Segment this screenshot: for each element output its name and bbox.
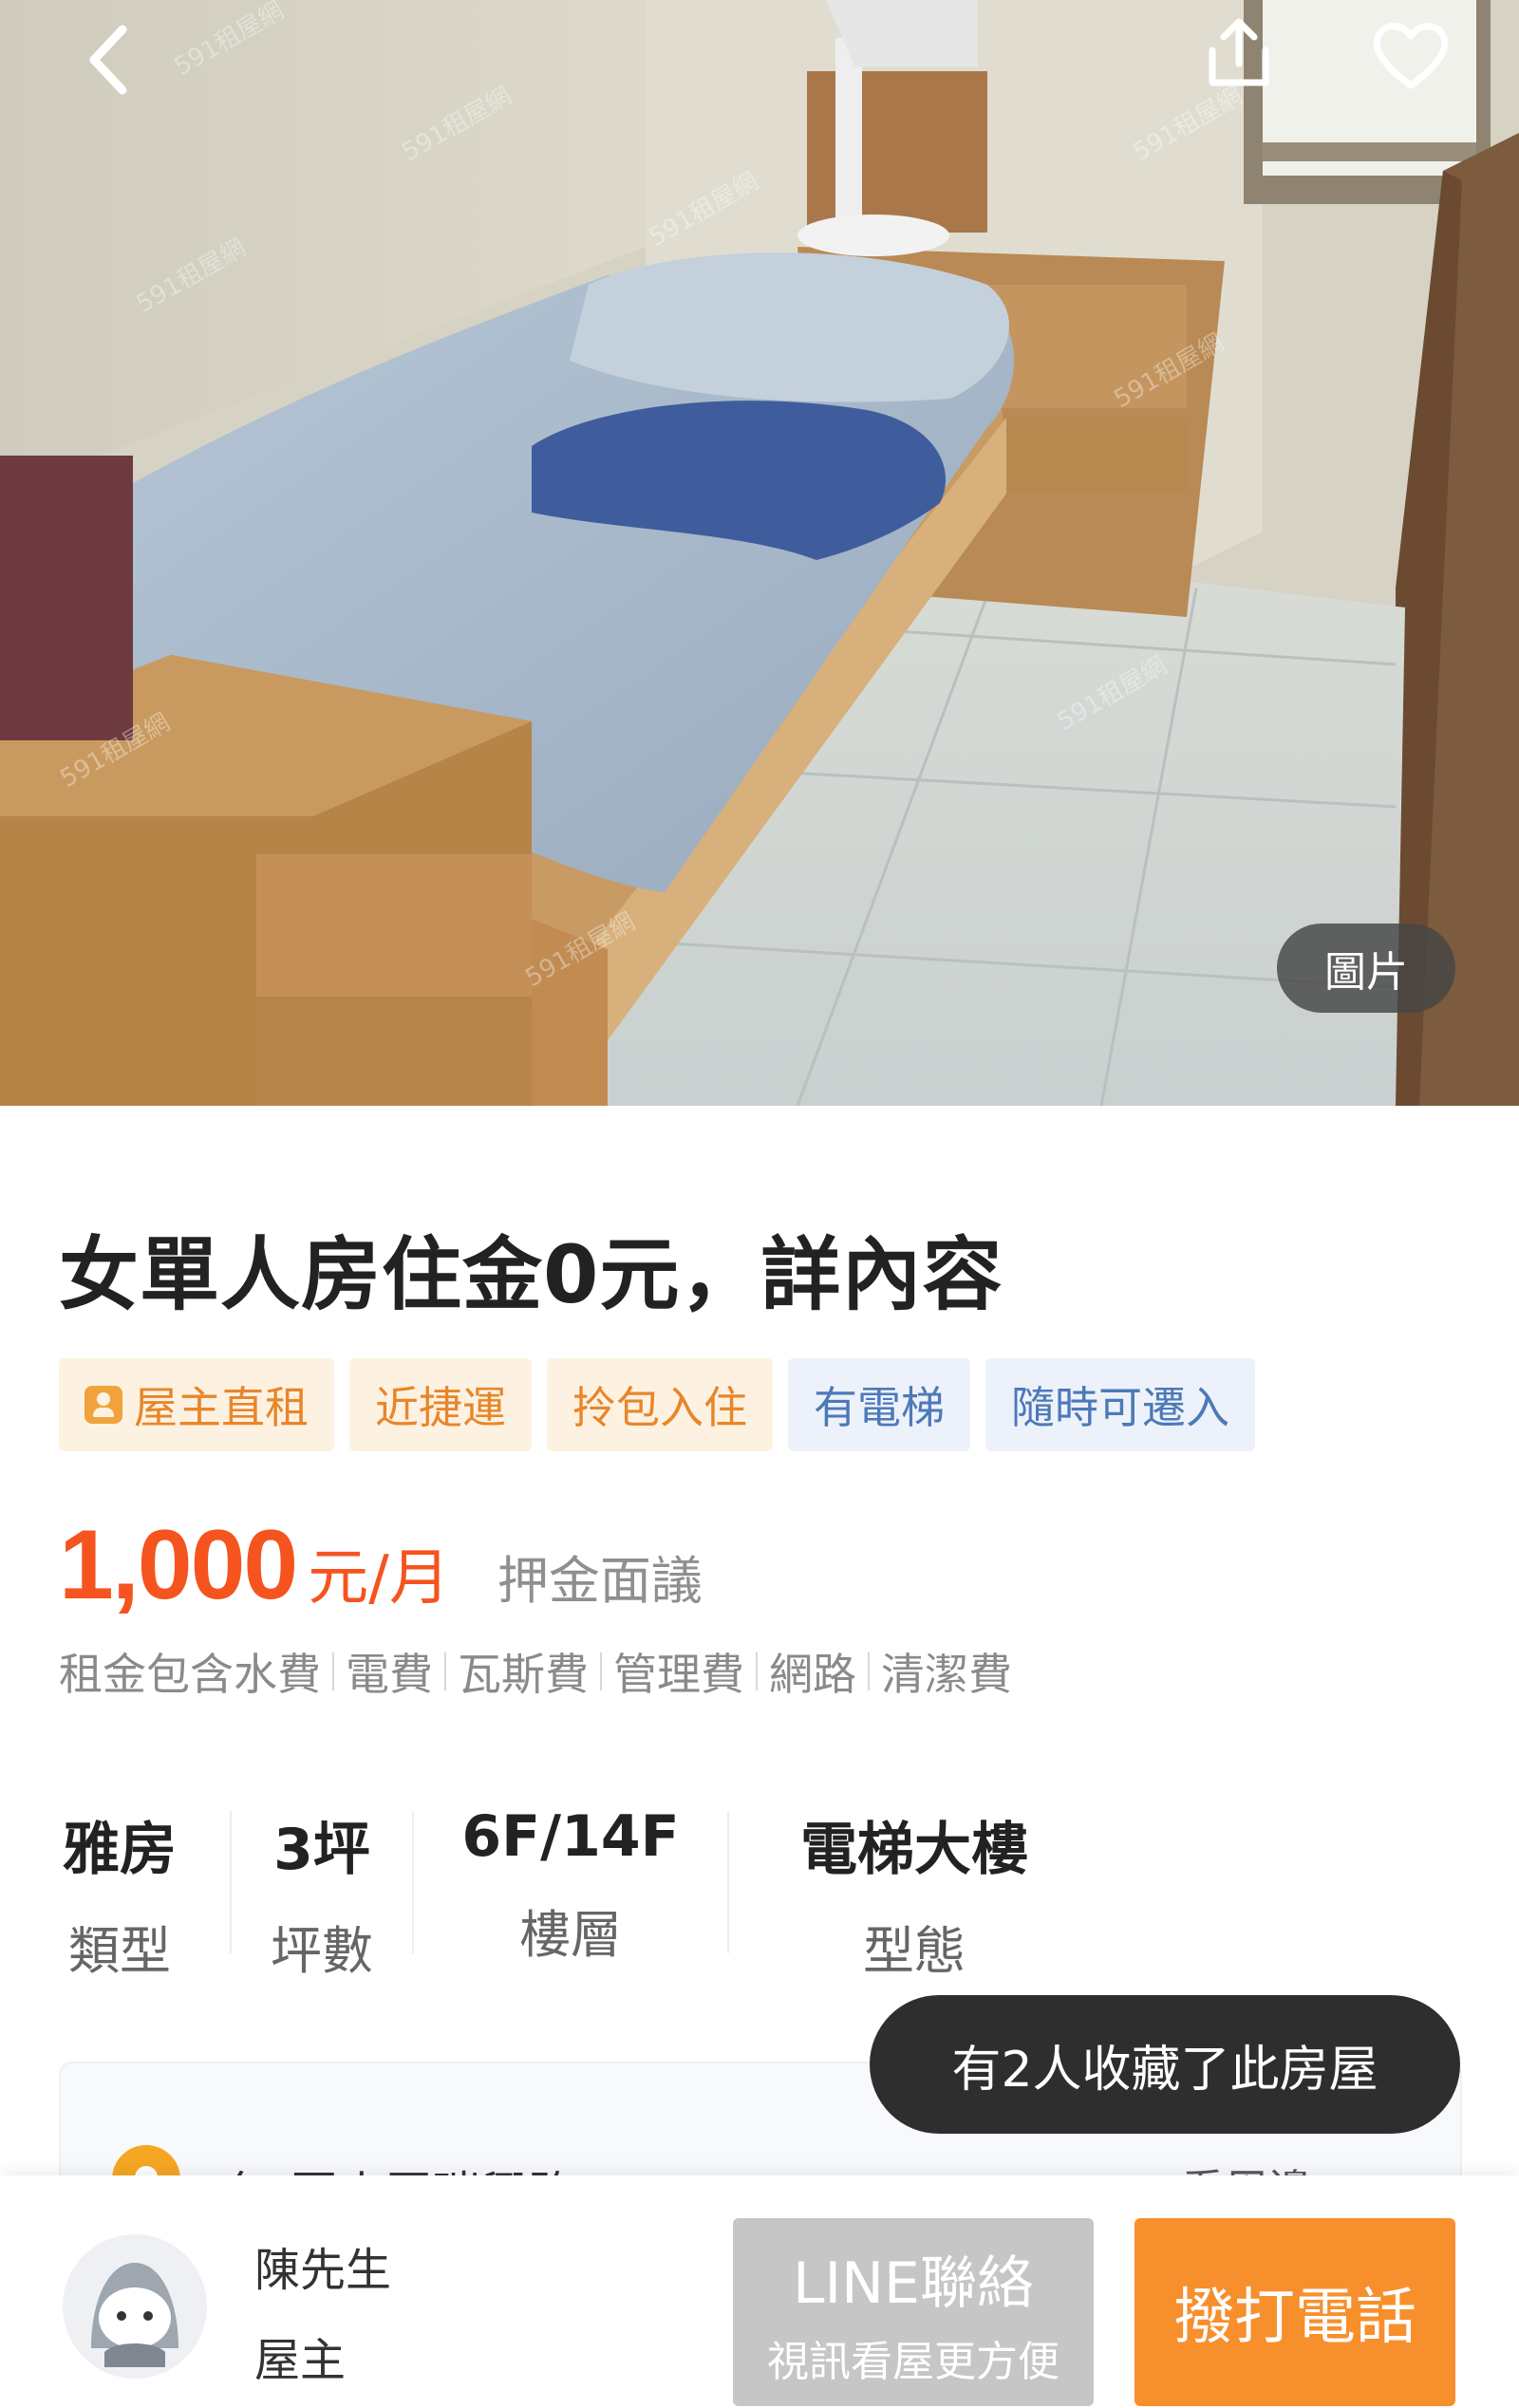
tag-move-in-ready: 拎包入住: [547, 1358, 773, 1451]
spec-row: 雅房 類型 3坪 坪數 6F/14F 樓層 電梯大樓 型態: [59, 1803, 1099, 1984]
tag-near-mrt: 近捷運: [349, 1358, 532, 1451]
share-button[interactable]: [1196, 9, 1282, 95]
feature-tags: 屋主直租 近捷運 拎包入住 有電梯 隨時可遷入: [59, 1358, 1255, 1451]
spec-type: 雅房 類型: [59, 1803, 180, 1984]
includes-item: 瓦斯費: [458, 1649, 589, 1700]
spec-building-type: 電梯大樓 型態: [729, 1803, 1099, 1984]
includes-item: 網路: [769, 1649, 856, 1700]
avatar: [63, 2234, 207, 2379]
owner-role: 屋主: [254, 2334, 347, 2387]
divider: [444, 1652, 446, 1690]
includes-item: 管理費: [613, 1649, 744, 1700]
listing-photo[interactable]: 591租屋網 591租屋網 591租屋網 591租屋網 591租屋網 591租屋…: [0, 0, 1519, 1106]
owner-icon: [84, 1386, 122, 1424]
spec-label: 坪數: [271, 1921, 373, 1981]
price-unit: 元/月: [308, 1543, 450, 1614]
heart-outline-icon: [1373, 23, 1449, 89]
includes-prefix: 租金包含: [59, 1649, 234, 1700]
spec-size: 3坪 坪數: [232, 1803, 412, 1984]
price-amount: 1,000: [59, 1510, 298, 1620]
tag-label: 有電梯: [814, 1382, 945, 1433]
includes-item: 清潔費: [881, 1649, 1012, 1700]
owner-name: 陳先生: [254, 2244, 392, 2297]
spec-value: 6F/14F: [461, 1803, 680, 1870]
share-icon: [1209, 18, 1269, 86]
photo-album-button[interactable]: 圖片: [1277, 924, 1455, 1013]
spec-floor: 6F/14F 樓層: [414, 1803, 727, 1984]
listing-title: 女單人房住金0元，詳內容: [59, 1228, 1003, 1321]
spec-label: 樓層: [519, 1905, 622, 1965]
back-button[interactable]: [66, 17, 152, 103]
divider: [600, 1652, 602, 1690]
line-contact-button[interactable]: LINE聯絡 視訊看屋更方便: [733, 2218, 1094, 2406]
tag-label: 近捷運: [375, 1382, 506, 1433]
divider: [332, 1652, 334, 1690]
tag-elevator: 有電梯: [788, 1358, 970, 1451]
spec-label: 型態: [863, 1921, 966, 1981]
includes-item: 水費: [234, 1649, 321, 1700]
favorite-button[interactable]: [1365, 9, 1456, 101]
spec-value: 雅房: [63, 1817, 177, 1883]
price-row: 1,000 元/月 押金面議: [59, 1509, 703, 1622]
chevron-left-icon: [89, 25, 127, 95]
tag-owner-direct: 屋主直租: [59, 1358, 334, 1451]
divider: [868, 1652, 870, 1690]
includes-item: 電費: [346, 1649, 433, 1700]
deposit-text: 押金面議: [497, 1551, 703, 1611]
spec-value: 電梯大樓: [800, 1817, 1028, 1883]
tag-move-in-anytime: 隨時可遷入: [985, 1358, 1255, 1451]
favorite-count-toast: 有2人收藏了此房屋: [870, 1995, 1460, 2134]
divider: [756, 1652, 758, 1690]
rent-includes: 租金包含 水費 電費 瓦斯費 管理費 網路 清潔費: [59, 1640, 1012, 1703]
tag-label: 隨時可遷入: [1011, 1382, 1229, 1433]
tag-label: 拎包入住: [572, 1382, 747, 1433]
line-button-sublabel: 視訊看屋更方便: [767, 2337, 1060, 2386]
tag-label: 屋主直租: [134, 1382, 309, 1433]
call-button[interactable]: 撥打電話: [1135, 2218, 1455, 2406]
spec-value: 3坪: [273, 1817, 370, 1883]
line-button-label: LINE聯絡: [793, 2249, 1034, 2317]
spec-label: 類型: [68, 1921, 171, 1981]
contact-bar: 陳先生 屋主 LINE聯絡 視訊看屋更方便 撥打電話: [0, 2175, 1519, 2408]
